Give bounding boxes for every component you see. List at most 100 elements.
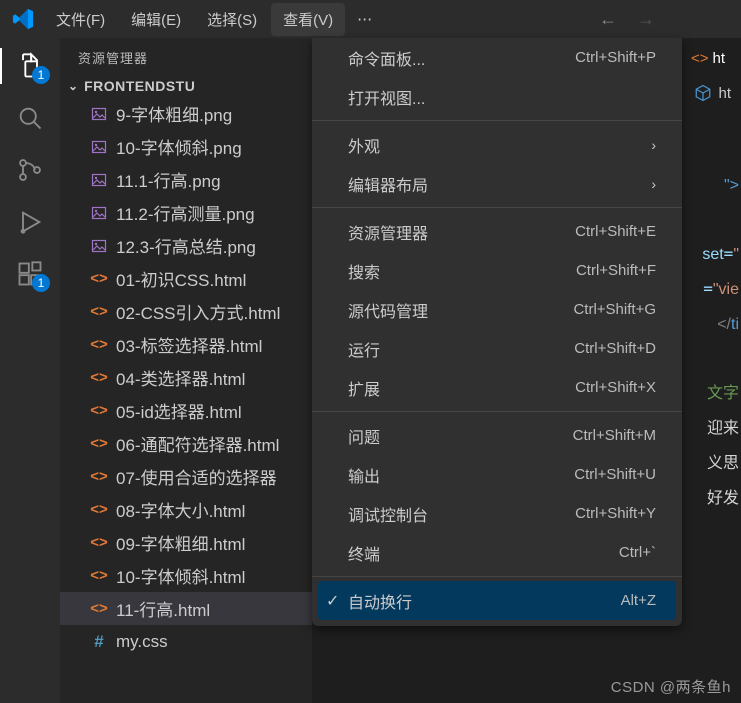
file-item[interactable]: <>08-字体大小.html: [60, 493, 312, 526]
html-icon: <>: [90, 501, 108, 519]
menu-item[interactable]: 终端Ctrl+`: [312, 533, 682, 572]
file-label: 11-行高.html: [116, 596, 210, 621]
menu-item[interactable]: 命令面板...Ctrl+Shift+P: [312, 38, 682, 77]
breadcrumb[interactable]: ht: [694, 84, 731, 102]
explorer-badge: 1: [32, 66, 50, 84]
file-item[interactable]: 10-字体倾斜.png: [60, 130, 312, 163]
watermark: CSDN @两条鱼h: [611, 676, 731, 697]
file-label: my.css: [116, 632, 168, 652]
file-item[interactable]: 11.1-行高.png: [60, 163, 312, 196]
img-icon: [90, 138, 108, 156]
activity-bar: 1 1: [0, 38, 60, 703]
menu-item-label: 终端: [348, 541, 380, 565]
file-label: 10-字体倾斜.html: [116, 563, 245, 588]
file-item[interactable]: <>11-行高.html: [60, 592, 312, 625]
menu-item[interactable]: 搜索Ctrl+Shift+F: [312, 251, 682, 290]
menu-item-label: 打开视图...: [348, 85, 425, 109]
menu-item[interactable]: 源代码管理 Ctrl+Shift+G: [312, 290, 682, 329]
menu-item[interactable]: 打开视图...: [312, 77, 682, 116]
menu-item-shortcut: Ctrl+Shift+F: [576, 262, 656, 279]
menu-item-label: 调试控制台: [348, 502, 428, 526]
menu-item-label: 外观: [348, 133, 380, 157]
menu-item[interactable]: 编辑器布局›: [312, 164, 682, 203]
menu-file[interactable]: 文件(F): [44, 3, 117, 36]
activity-search[interactable]: [14, 102, 46, 134]
menu-item-shortcut: Ctrl+Shift+Y: [575, 505, 656, 522]
html-icon: <>: [90, 435, 108, 453]
file-item[interactable]: 11.2-行高测量.png: [60, 196, 312, 229]
html-icon: <>: [90, 468, 108, 486]
menu-item-shortcut: Ctrl+Shift+G: [573, 301, 656, 318]
menu-separator: [312, 576, 682, 577]
file-label: 10-字体倾斜.png: [116, 134, 242, 159]
menu-bar: 文件(F) 编辑(E) 选择(S) 查看(V) ⋯: [44, 3, 382, 36]
css-icon: #: [90, 633, 108, 651]
menu-item-label: 编辑器布局: [348, 172, 428, 196]
file-item[interactable]: <>02-CSS引入方式.html: [60, 295, 312, 328]
file-label: 06-通配符选择器.html: [116, 431, 279, 456]
extensions-badge: 1: [32, 274, 50, 292]
menu-item-shortcut: Alt+Z: [621, 592, 656, 609]
menu-item[interactable]: 运行Ctrl+Shift+D: [312, 329, 682, 368]
activity-explorer[interactable]: 1: [14, 50, 46, 82]
menu-item-label: 源代码管理: [348, 298, 428, 322]
menu-separator: [312, 411, 682, 412]
menu-item-label: 命令面板...: [348, 46, 425, 70]
menu-item[interactable]: 问题 Ctrl+Shift+M: [312, 416, 682, 455]
file-label: 11.1-行高.png: [116, 167, 221, 192]
menu-overflow[interactable]: ⋯: [347, 4, 382, 34]
menu-item-label: 自动换行: [348, 589, 412, 613]
menu-view[interactable]: 查看(V): [271, 3, 345, 36]
file-label: 07-使用合适的选择器: [116, 464, 277, 489]
sidebar: 资源管理器 ⌄ FRONTENDSTU 9-字体粗细.png 10-字体倾斜.pn…: [60, 38, 312, 703]
menu-item-shortcut: Ctrl+Shift+D: [574, 340, 656, 357]
view-menu-dropdown: 命令面板...Ctrl+Shift+P 打开视图... 外观 › 编辑器布局› 资源管理器…: [312, 38, 682, 626]
file-label: 9-字体粗细.png: [116, 101, 232, 126]
menu-edit[interactable]: 编辑(E): [119, 3, 193, 36]
chevron-right-icon: ›: [651, 137, 656, 153]
check-icon: ✓: [326, 591, 339, 611]
chevron-down-icon: ⌄: [68, 79, 78, 93]
menu-item[interactable]: ✓ 自动换行 Alt+Z: [318, 581, 676, 620]
menu-item[interactable]: 外观 ›: [312, 125, 682, 164]
menu-item-shortcut: Ctrl+Shift+M: [573, 427, 656, 444]
editor-tab[interactable]: <> ht: [683, 44, 733, 73]
menu-item-shortcut: Ctrl+Shift+U: [574, 466, 656, 483]
file-item[interactable]: <>10-字体倾斜.html: [60, 559, 312, 592]
menu-item-shortcut: Ctrl+Shift+X: [575, 379, 656, 396]
file-item[interactable]: <> 07-使用合适的选择器: [60, 460, 312, 493]
img-icon: [90, 237, 108, 255]
menu-item-label: 问题: [348, 424, 380, 448]
file-item[interactable]: <>04-类选择器.html: [60, 361, 312, 394]
file-item[interactable]: # my.css: [60, 625, 312, 658]
file-item[interactable]: <>01-初识CSS.html: [60, 262, 312, 295]
activity-scm[interactable]: [14, 154, 46, 186]
menu-item[interactable]: 调试控制台 Ctrl+Shift+Y: [312, 494, 682, 533]
nav-forward-icon[interactable]: →: [637, 9, 655, 30]
file-item[interactable]: <> 06-通配符选择器.html: [60, 427, 312, 460]
file-label: 02-CSS引入方式.html: [116, 299, 280, 324]
menu-item-label: 资源管理器: [348, 220, 428, 244]
menu-item[interactable]: 资源管理器 Ctrl+Shift+E: [312, 212, 682, 251]
html-icon: <>: [90, 402, 108, 420]
nav-back-icon[interactable]: ←: [599, 9, 617, 30]
file-item[interactable]: <>09-字体粗细.html: [60, 526, 312, 559]
html-icon: <>: [90, 369, 108, 387]
file-label: 03-标签选择器.html: [116, 332, 262, 357]
menu-selection[interactable]: 选择(S): [195, 3, 269, 36]
file-item[interactable]: 9-字体粗细.png: [60, 97, 312, 130]
menu-item-label: 扩展: [348, 376, 380, 400]
folder-header[interactable]: ⌄ FRONTENDSTU: [60, 75, 312, 97]
file-label: 12.3-行高总结.png: [116, 233, 256, 258]
menu-separator: [312, 207, 682, 208]
menu-item[interactable]: 输出Ctrl+Shift+U: [312, 455, 682, 494]
img-icon: [90, 204, 108, 222]
file-item[interactable]: <>03-标签选择器.html: [60, 328, 312, 361]
sidebar-title: 资源管理器: [60, 38, 312, 75]
activity-extensions[interactable]: 1: [14, 258, 46, 290]
file-item[interactable]: 12.3-行高总结.png: [60, 229, 312, 262]
activity-run[interactable]: [14, 206, 46, 238]
menu-item-shortcut: Ctrl+Shift+E: [575, 223, 656, 240]
menu-item[interactable]: 扩展 Ctrl+Shift+X: [312, 368, 682, 407]
file-item[interactable]: <>05-id选择器.html: [60, 394, 312, 427]
